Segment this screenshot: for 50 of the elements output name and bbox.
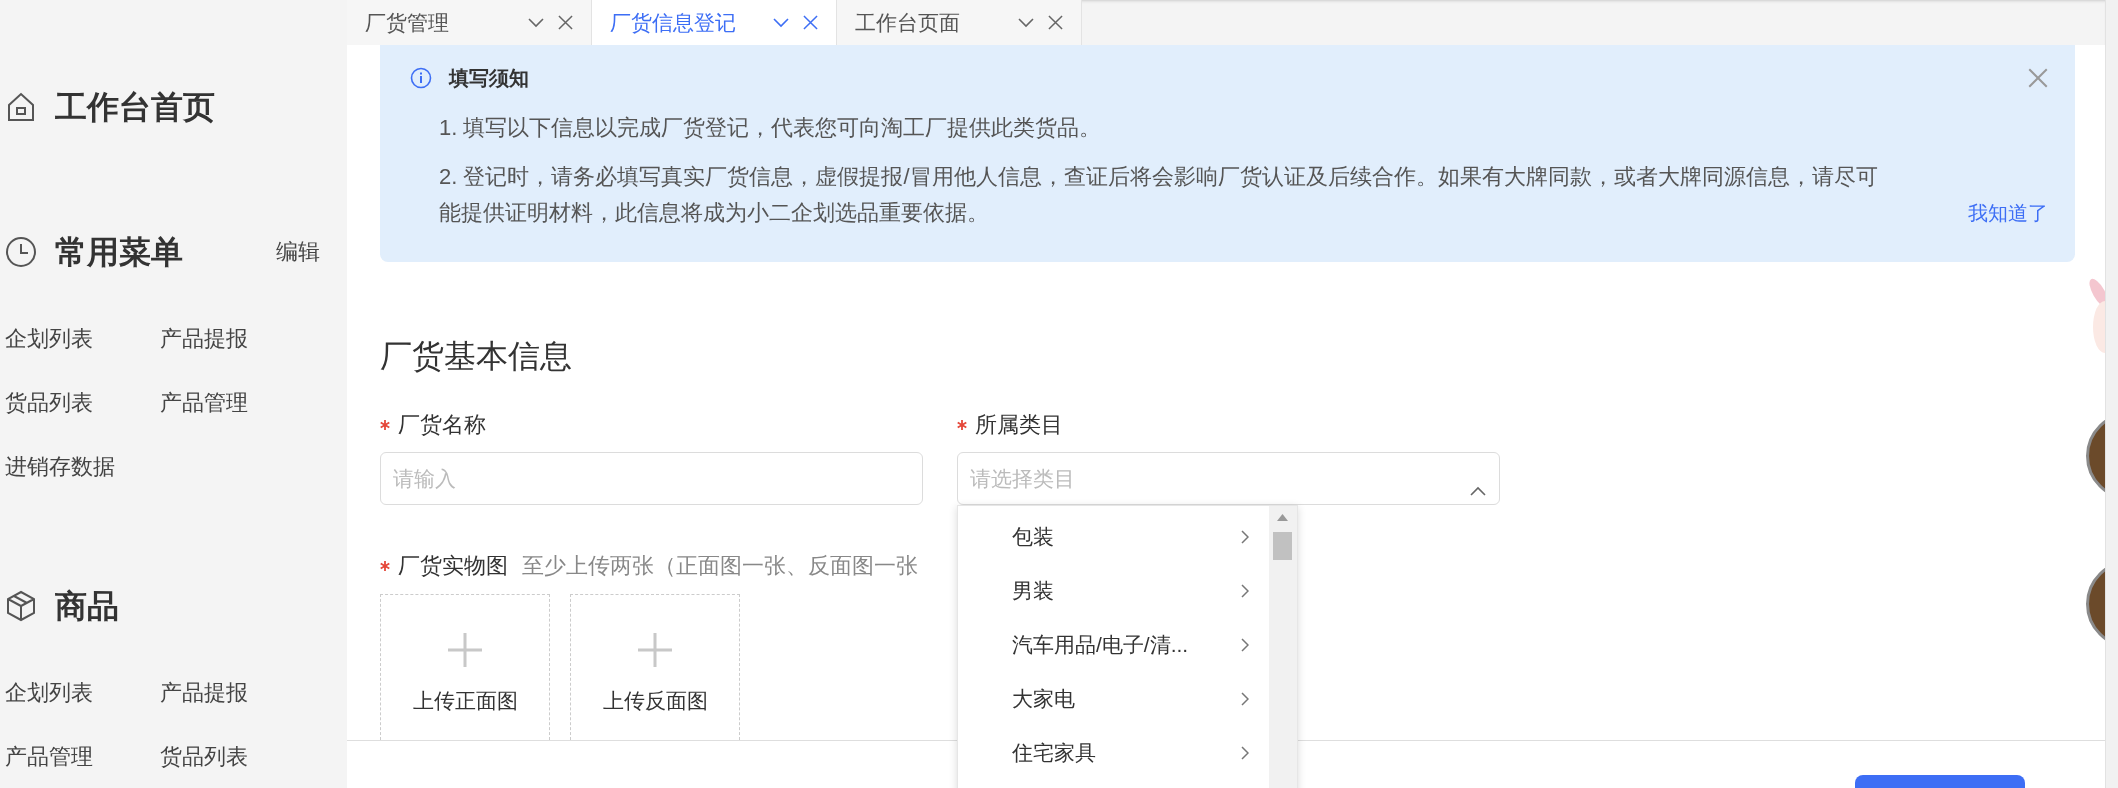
menu-item[interactable]: 企划列表 [5,307,93,371]
name-input[interactable]: 请输入 [380,452,923,505]
chevron-up-icon[interactable] [1470,486,1486,496]
chevron-down-icon[interactable] [1018,17,1034,28]
category-option[interactable]: 住宅家具 [958,726,1269,780]
scrollbar-track[interactable] [1269,506,1297,788]
category-option[interactable]: 汽车用品/电子/清... [958,618,1269,672]
edit-link[interactable]: 编辑 [276,237,320,267]
info-icon [410,67,432,89]
upload-hint: 至少上传两张（正面图一张、反面图一张 [522,552,918,580]
section-title: 工作台首页 [55,88,215,127]
notice-text: 2. 登记时，请务必填写真实厂货信息，虚假提报/冒用他人信息，查证后将会影响厂货认证及后续合作。如果有大牌同款，或者大牌同源信息，请尽可能提供证明材料，此信息将成为小二企划选品重要依据。 [439,163,1879,227]
category-option[interactable]: 包装 [958,510,1269,564]
box-icon [5,590,37,622]
plus-icon [448,633,482,667]
category-option[interactable]: 男装 [958,564,1269,618]
menu-item[interactable]: 货品列表 [160,725,248,788]
menu-item[interactable]: 产品管理 [5,725,93,788]
menu-item[interactable]: 进销存数据 [5,435,115,499]
notice-text: 1. 填写以下信息以完成厂货登记，代表您可向淘工厂提供此类货品。 [439,114,1103,142]
section-title: 常用菜单 [55,233,183,272]
close-icon[interactable] [558,15,573,30]
field-label: 厂货实物图 [398,552,508,580]
tab[interactable]: 厂货信息登记 [592,0,837,45]
close-icon[interactable] [803,15,818,30]
tab[interactable]: 工作台页面 [837,0,1082,45]
field-label: 厂货名称 [398,411,486,439]
category-option[interactable]: 大家电 [958,672,1269,726]
notice-title: 填写须知 [449,65,529,91]
chevron-down-icon[interactable] [773,17,789,28]
scroll-up-icon[interactable] [1277,514,1288,521]
menu-item[interactable]: 产品提报 [160,661,248,725]
home-icon [5,91,37,123]
close-icon[interactable] [2028,68,2048,88]
menu-item[interactable]: 货品列表 [5,371,93,435]
menu-item[interactable]: 企划列表 [5,661,93,725]
acknowledge-link[interactable]: 我知道了 [1968,195,2048,231]
scrollbar-thumb[interactable] [1273,532,1292,560]
chevron-down-icon[interactable] [528,17,544,28]
plus-icon [638,633,672,667]
menu-item[interactable]: 产品提报 [160,307,248,371]
menu-item[interactable]: 产品管理 [160,371,248,435]
field-label: 所属类目 [975,411,1063,439]
scrollbar-track[interactable] [2105,0,2118,788]
section-title: 商品 [55,587,119,626]
category-select[interactable]: 请选择类目 [957,452,1500,505]
close-icon[interactable] [1048,15,1063,30]
section-heading: 厂货基本信息 [380,337,572,376]
tab[interactable]: 厂货管理 [347,0,592,45]
clock-icon [5,236,37,268]
